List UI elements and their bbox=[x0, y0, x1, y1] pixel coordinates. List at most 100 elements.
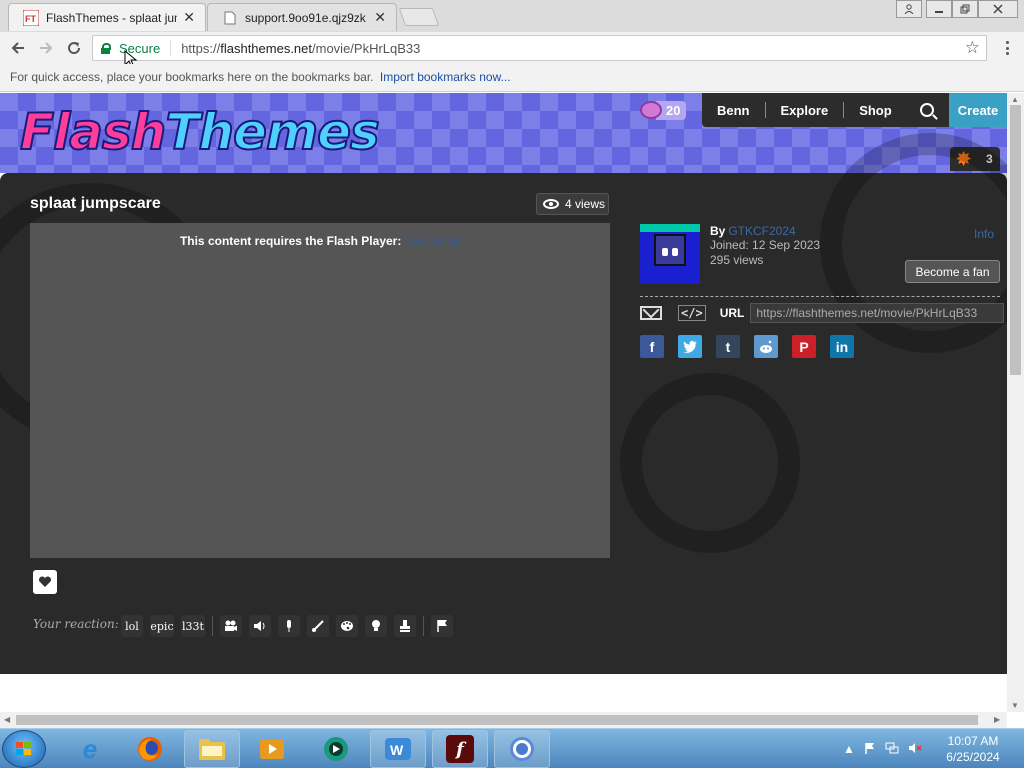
reaction-label: Your reaction: bbox=[33, 617, 119, 631]
volume-muted-icon[interactable] bbox=[908, 742, 922, 757]
media-player-icon[interactable] bbox=[244, 730, 300, 768]
twitter-icon[interactable] bbox=[678, 335, 702, 358]
bookmarks-hint: For quick access, place your bookmarks h… bbox=[10, 70, 374, 84]
action-center-flag-icon[interactable] bbox=[864, 742, 876, 757]
flashthemes-logo[interactable]: FlashThemes bbox=[19, 102, 381, 162]
tumblr-icon[interactable]: t bbox=[716, 335, 740, 358]
coins-counter[interactable]: 20 bbox=[640, 100, 687, 120]
windows-logo-icon bbox=[16, 742, 32, 756]
reaction-camera-icon[interactable] bbox=[220, 615, 242, 637]
bookmark-star-icon[interactable]: ☆ bbox=[965, 38, 980, 58]
reaction-lightbulb-icon[interactable] bbox=[365, 615, 387, 637]
wixie-app-icon[interactable]: W bbox=[370, 730, 426, 768]
horizontal-scrollbar[interactable]: ◀ ▶ bbox=[0, 712, 1007, 728]
close-window-icon[interactable] bbox=[978, 0, 1018, 18]
user-profile-icon[interactable] bbox=[896, 0, 922, 18]
reload-icon[interactable] bbox=[63, 37, 85, 59]
chrome-icon[interactable] bbox=[494, 730, 550, 768]
windows-taskbar: e W f ▲ 10:07 AM 6/25/2024 bbox=[0, 728, 1024, 768]
lock-icon bbox=[101, 42, 111, 54]
tab-close-icon[interactable]: ✕ bbox=[374, 9, 386, 26]
author-avatar[interactable] bbox=[640, 224, 700, 284]
content-panel: splaat jumpscare 4 views This content re… bbox=[0, 133, 1007, 674]
flash-player-icon[interactable]: f bbox=[432, 730, 488, 768]
url-host: flashthemes.net bbox=[220, 40, 313, 56]
divider bbox=[640, 296, 1000, 297]
flash-required-message: This content requires the Flash Player: … bbox=[179, 234, 461, 248]
reaction-l33t[interactable]: l33t bbox=[181, 615, 205, 637]
address-bar[interactable]: Secure https://flashthemes.net/movie/PkH… bbox=[92, 35, 987, 61]
share-row: </> URL https://flashthemes.net/movie/Pk… bbox=[640, 303, 1005, 323]
reaction-microphone-icon[interactable] bbox=[278, 615, 300, 637]
vertical-scrollbar[interactable]: ▲ ▼ bbox=[1007, 93, 1024, 712]
nav-user-benn[interactable]: Benn bbox=[702, 102, 766, 118]
views-count: 4 views bbox=[565, 197, 606, 211]
reaction-brush-icon[interactable] bbox=[307, 615, 329, 637]
new-tab-button[interactable] bbox=[398, 8, 440, 26]
url-path: /movie/PkHrLqB33 bbox=[312, 40, 421, 56]
page-favicon-icon bbox=[222, 10, 238, 26]
nav-shop[interactable]: Shop bbox=[844, 102, 907, 118]
tab-title: support.9oo91e.qjz9zk bbox=[245, 10, 366, 25]
url-scheme: https:// bbox=[181, 40, 221, 56]
tab-title: FlashThemes - splaat jum bbox=[46, 10, 178, 25]
favorite-heart-button[interactable] bbox=[33, 570, 57, 594]
report-flag-icon[interactable] bbox=[431, 615, 453, 637]
reaction-lol[interactable]: lol bbox=[121, 615, 143, 637]
restore-icon[interactable] bbox=[952, 0, 978, 18]
file-explorer-icon[interactable] bbox=[184, 730, 240, 768]
author-info-link[interactable]: Info bbox=[974, 227, 994, 241]
become-fan-button[interactable]: Become a fan bbox=[905, 260, 1000, 283]
taskbar-clock[interactable]: 10:07 AM 6/25/2024 bbox=[934, 733, 1012, 765]
video-title: splaat jumpscare bbox=[30, 195, 161, 212]
reaction-bar: lol epic l33t bbox=[121, 615, 460, 637]
browser-tab-strip: FT FlashThemes - splaat jum ✕ support.9o… bbox=[0, 0, 1024, 32]
background-swirl bbox=[620, 373, 800, 553]
forward-icon[interactable] bbox=[35, 37, 57, 59]
minimize-icon[interactable] bbox=[926, 0, 952, 18]
media-center-icon[interactable] bbox=[308, 730, 364, 768]
linkedin-icon[interactable]: in bbox=[830, 335, 854, 358]
scroll-down-icon[interactable]: ▼ bbox=[1011, 701, 1019, 710]
reddit-icon[interactable] bbox=[754, 335, 778, 358]
tab-support[interactable]: support.9oo91e.qjz9zk ✕ bbox=[207, 3, 397, 31]
share-url-field[interactable]: https://flashthemes.net/movie/PkHrLqB33 bbox=[750, 303, 1005, 323]
start-button[interactable] bbox=[2, 730, 46, 768]
reaction-stamp-icon[interactable] bbox=[394, 615, 416, 637]
create-button[interactable]: Create bbox=[949, 93, 1007, 127]
reaction-palette-icon[interactable] bbox=[336, 615, 358, 637]
scroll-up-icon[interactable]: ▲ bbox=[1011, 95, 1019, 104]
author-name-link[interactable]: GTKCF2024 bbox=[728, 224, 795, 238]
vertical-scroll-thumb[interactable] bbox=[1010, 105, 1021, 375]
url-text[interactable]: https://flashthemes.net/movie/PkHrLqB33 bbox=[171, 41, 420, 56]
email-share-icon[interactable] bbox=[640, 306, 662, 320]
scroll-left-icon[interactable]: ◀ bbox=[4, 715, 10, 724]
reaction-epic[interactable]: epic bbox=[150, 615, 174, 637]
browser-menu-icon[interactable] bbox=[998, 39, 1016, 57]
reaction-speaker-icon[interactable] bbox=[249, 615, 271, 637]
coin-icon bbox=[640, 101, 662, 119]
nav-explore[interactable]: Explore bbox=[766, 102, 845, 118]
facebook-icon[interactable]: f bbox=[640, 335, 664, 358]
network-icon[interactable] bbox=[885, 742, 899, 757]
back-icon[interactable] bbox=[7, 37, 29, 59]
flash-player-area[interactable]: This content requires the Flash Player: … bbox=[30, 223, 610, 558]
horizontal-scroll-thumb[interactable] bbox=[16, 715, 978, 725]
import-bookmarks-link[interactable]: Import bookmarks now... bbox=[380, 70, 511, 84]
firefox-icon[interactable] bbox=[122, 730, 178, 768]
scroll-right-icon[interactable]: ▶ bbox=[994, 715, 1000, 724]
embed-code-icon[interactable]: </> bbox=[678, 305, 706, 321]
author-views: 295 views bbox=[710, 253, 764, 267]
tab-close-icon[interactable]: ✕ bbox=[183, 9, 195, 26]
tab-flashthemes[interactable]: FT FlashThemes - splaat jum ✕ bbox=[8, 3, 206, 31]
page-below-content bbox=[0, 674, 1007, 712]
pinterest-icon[interactable]: P bbox=[792, 335, 816, 358]
author-joined: Joined: 12 Sep 2023 bbox=[710, 238, 821, 252]
flash-download-link[interactable]: Download bbox=[407, 234, 460, 248]
svg-text:W: W bbox=[390, 742, 404, 758]
clock-date: 6/25/2024 bbox=[946, 750, 1000, 764]
search-icon[interactable] bbox=[919, 103, 934, 117]
show-hidden-icons-icon[interactable]: ▲ bbox=[843, 742, 855, 756]
clock-time: 10:07 AM bbox=[947, 734, 999, 748]
internet-explorer-icon[interactable]: e bbox=[62, 730, 118, 768]
